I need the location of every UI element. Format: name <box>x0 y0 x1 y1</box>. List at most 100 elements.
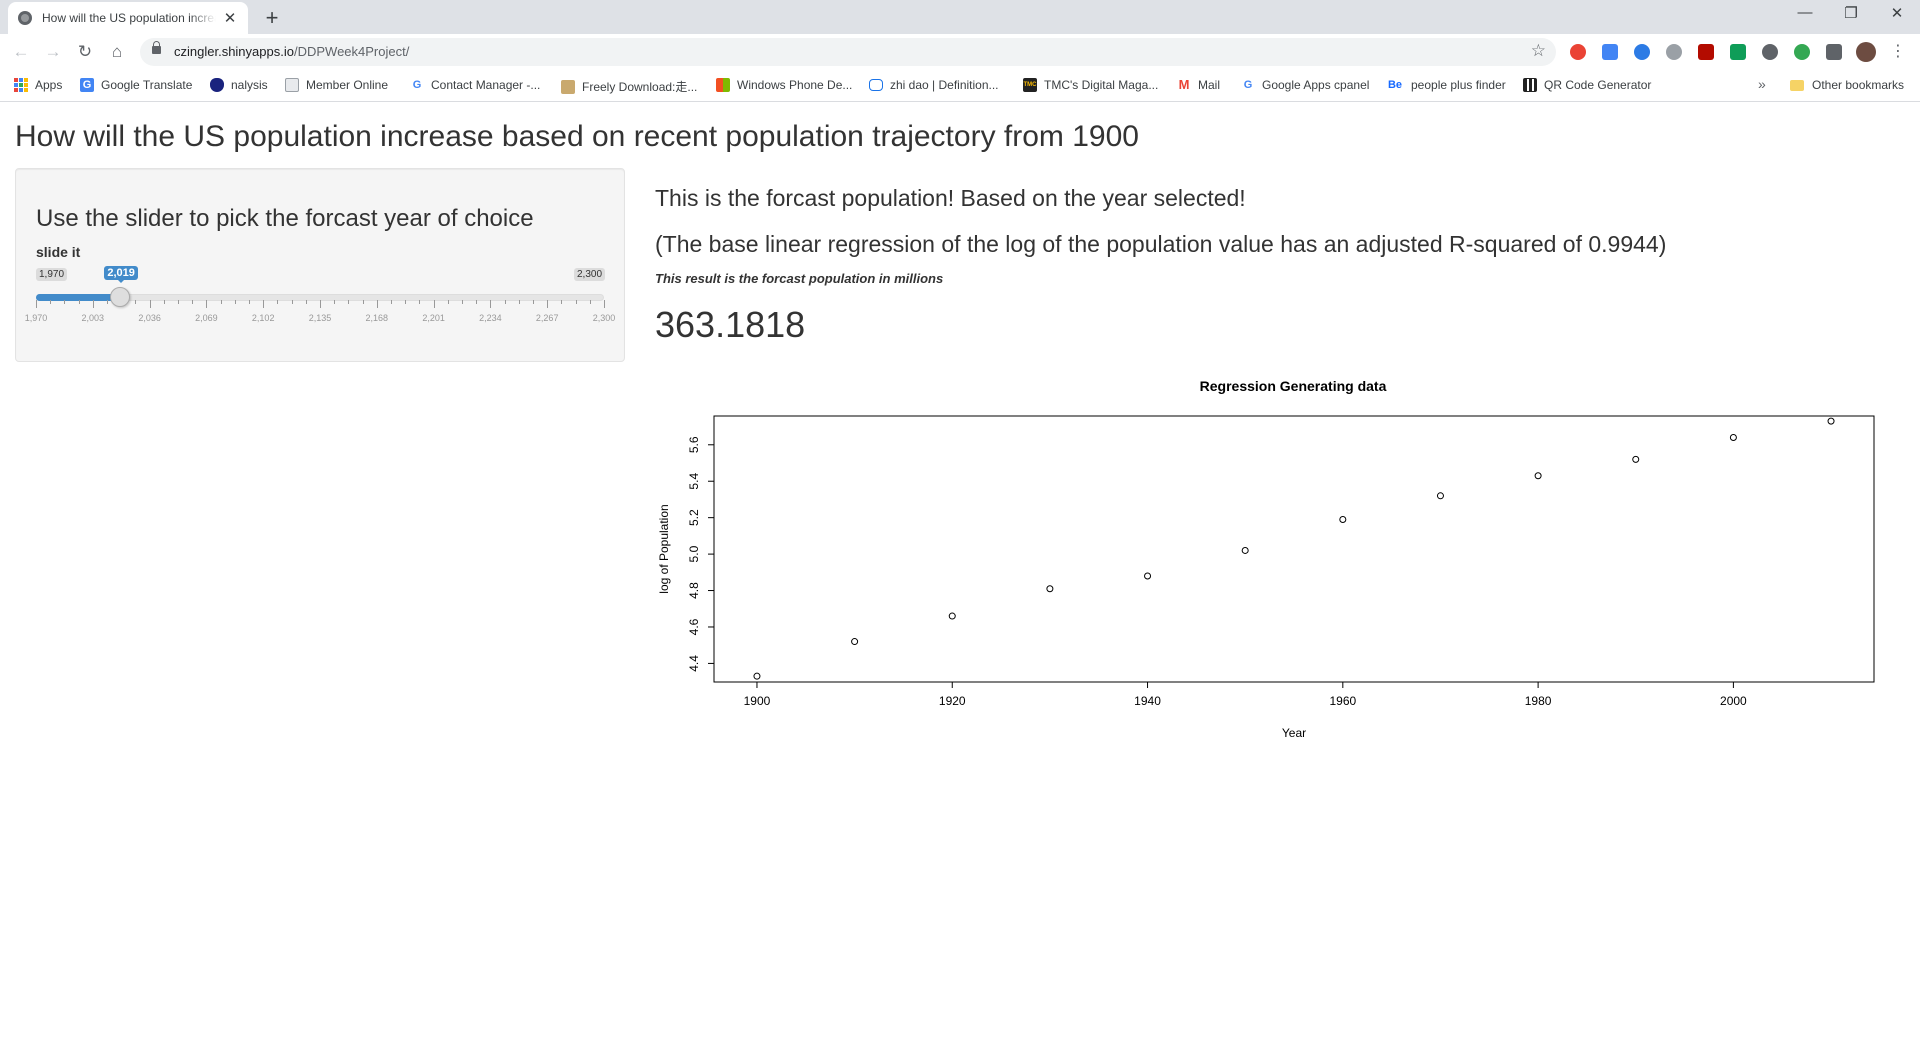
extension-cloud-icon[interactable] <box>1634 44 1650 60</box>
bookmarks-bar: Apps G Google Translate nalysis Member O… <box>0 70 1920 102</box>
bookmark-mail[interactable]: M Mail <box>1177 77 1221 93</box>
bookmark-label: Apps <box>35 78 63 92</box>
bookmark-label: Mail <box>1198 78 1221 92</box>
slider-minor-tick <box>291 300 293 304</box>
profile-avatar[interactable] <box>1856 42 1876 62</box>
slider-tick-label: 2,300 <box>592 313 616 323</box>
address-bar[interactable]: czingler.shinyapps.io/DDPWeek4Project/ ☆ <box>140 38 1556 66</box>
extension-green-icon[interactable] <box>1794 44 1810 60</box>
scatter-chart: Regression Generating data 1900 1920 1940 1… <box>657 378 1875 740</box>
x-tick-label: 1920 <box>939 694 966 708</box>
lock-icon <box>152 41 161 54</box>
folder-icon <box>1790 79 1804 91</box>
slider-minor-tick <box>391 300 392 304</box>
x-tick-label: 2000 <box>1720 694 1747 708</box>
x-tick-label: 1960 <box>1329 694 1356 708</box>
home-icon[interactable]: ⌂ <box>106 41 128 63</box>
y-tick-label: 5.0 <box>687 545 701 562</box>
extension-dropbox-icon[interactable] <box>1602 44 1618 60</box>
bookmark-google-apps-cpanel[interactable]: G Google Apps cpanel <box>1241 78 1370 92</box>
slider-label: slide it <box>36 244 81 260</box>
bookmark-star-icon[interactable]: ☆ <box>1531 41 1546 61</box>
new-tab-icon[interactable]: + <box>260 5 284 31</box>
bookmark-apps[interactable]: Apps <box>14 78 62 92</box>
extension-chrome-icon[interactable] <box>1570 44 1586 60</box>
slider-minor-tick <box>135 300 137 304</box>
gmail-icon: M <box>1178 77 1190 92</box>
slider-tick <box>433 300 435 308</box>
slider-tick-label: 1,970 <box>24 313 48 323</box>
bookmark-tmc[interactable]: TMC TMC's Digital Maga... <box>1023 78 1158 92</box>
x-tick-label: 1940 <box>1134 694 1161 708</box>
back-arrow-icon[interactable]: ← <box>10 41 32 63</box>
bookmark-qr-code-generator[interactable]: QR Code Generator <box>1523 78 1651 92</box>
slider-tick <box>92 300 94 308</box>
more-bookmarks-chevron-icon[interactable]: » <box>1758 76 1766 92</box>
tab-close-icon[interactable]: ✕ <box>222 9 238 27</box>
minimize-icon[interactable]: — <box>1790 4 1820 21</box>
restore-icon[interactable]: ❐ <box>1836 4 1866 22</box>
slider-handle[interactable] <box>110 287 131 307</box>
menu-kebab-icon[interactable]: ⋮ <box>1890 41 1906 61</box>
bookmark-windows-phone[interactable]: Windows Phone De... <box>716 78 852 92</box>
data-point <box>1144 572 1152 580</box>
tab-active[interactable]: How will the US population increase base… <box>8 2 248 34</box>
page-title: How will the US population increase base… <box>15 120 1139 153</box>
data-point <box>753 672 761 680</box>
slider-minor-tick <box>561 300 563 304</box>
bookmark-people-plus-finder[interactable]: Be people plus finder <box>1386 78 1506 92</box>
bookmark-google-translate[interactable]: G Google Translate <box>80 78 192 92</box>
bookmark-other[interactable]: Other bookmarks <box>1790 78 1904 92</box>
slider-min-label: 1,970 <box>36 268 68 281</box>
data-point <box>1729 433 1737 441</box>
slider-minor-tick <box>64 300 66 304</box>
slider-minor-tick <box>107 300 108 304</box>
reload-icon[interactable]: ↻ <box>74 41 96 63</box>
bookmark-label: nalysis <box>231 78 268 92</box>
slider-tick <box>547 300 549 308</box>
x-axis: 1900 1920 1940 1960 1980 2000 <box>744 681 1747 708</box>
tab-strip: How will the US population increase base… <box>0 0 1920 34</box>
bookmark-label: TMC's Digital Maga... <box>1044 78 1159 92</box>
image-icon <box>561 79 575 94</box>
bookmark-label: Freely Download:走... <box>582 80 698 94</box>
slider-minor-tick <box>447 300 449 304</box>
browser-toolbar: ← → ↻ ⌂ czingler.shinyapps.io/DDPWeek4Pr… <box>0 34 1920 70</box>
data-point <box>851 638 859 646</box>
bookmark-freely-download[interactable]: Freely Download:走... <box>561 78 697 95</box>
slider-tick <box>376 300 378 308</box>
slider-tick <box>206 300 208 308</box>
extension-check-icon[interactable] <box>1730 44 1746 60</box>
extension-acrobat-icon[interactable] <box>1698 44 1714 60</box>
bookmark-label: Google Apps cpanel <box>1262 78 1370 92</box>
close-window-icon[interactable]: ✕ <box>1882 4 1912 22</box>
extensions-puzzle-icon[interactable] <box>1826 44 1842 60</box>
url-text: czingler.shinyapps.io/DDPWeek4Project/ <box>174 44 410 59</box>
data-points <box>753 417 1835 680</box>
slider-tick-label: 2,102 <box>251 313 275 323</box>
bookmark-nalysis[interactable]: nalysis <box>210 78 268 92</box>
extension-drive-icon[interactable] <box>1666 44 1682 60</box>
forward-arrow-icon[interactable]: → <box>42 41 64 63</box>
slider-minor-tick <box>78 300 80 304</box>
slider-minor-tick <box>249 300 250 304</box>
google-icon: G <box>1243 79 1253 91</box>
slider-value-label: 2,019 <box>104 266 138 283</box>
bookmark-label: Google Translate <box>101 78 193 92</box>
windows-icon <box>716 78 730 92</box>
y-axis: 4.4 4.6 4.8 5.0 5.2 5.4 5.6 <box>687 436 715 672</box>
bookmark-label: Member Online <box>306 78 389 92</box>
y-tick-label: 5.4 <box>687 473 701 490</box>
data-point <box>1534 472 1542 480</box>
bookmark-label: people plus finder <box>1411 78 1506 92</box>
slider-tick <box>490 300 492 308</box>
slider-minor-tick <box>476 300 478 304</box>
data-point <box>1241 546 1249 554</box>
bookmark-zhi-dao[interactable]: zhi dao | Definition... <box>869 78 999 92</box>
bookmark-member-online[interactable]: Member Online <box>285 78 388 92</box>
regression-plot: Regression Generating data 1900 1920 1940 1… <box>655 368 1905 753</box>
bookmark-contact-manager[interactable]: G Contact Manager -... <box>410 78 541 92</box>
extension-glasses-icon[interactable] <box>1762 44 1778 60</box>
slider-minor-tick <box>163 300 165 304</box>
slider-minor-tick <box>220 300 222 304</box>
